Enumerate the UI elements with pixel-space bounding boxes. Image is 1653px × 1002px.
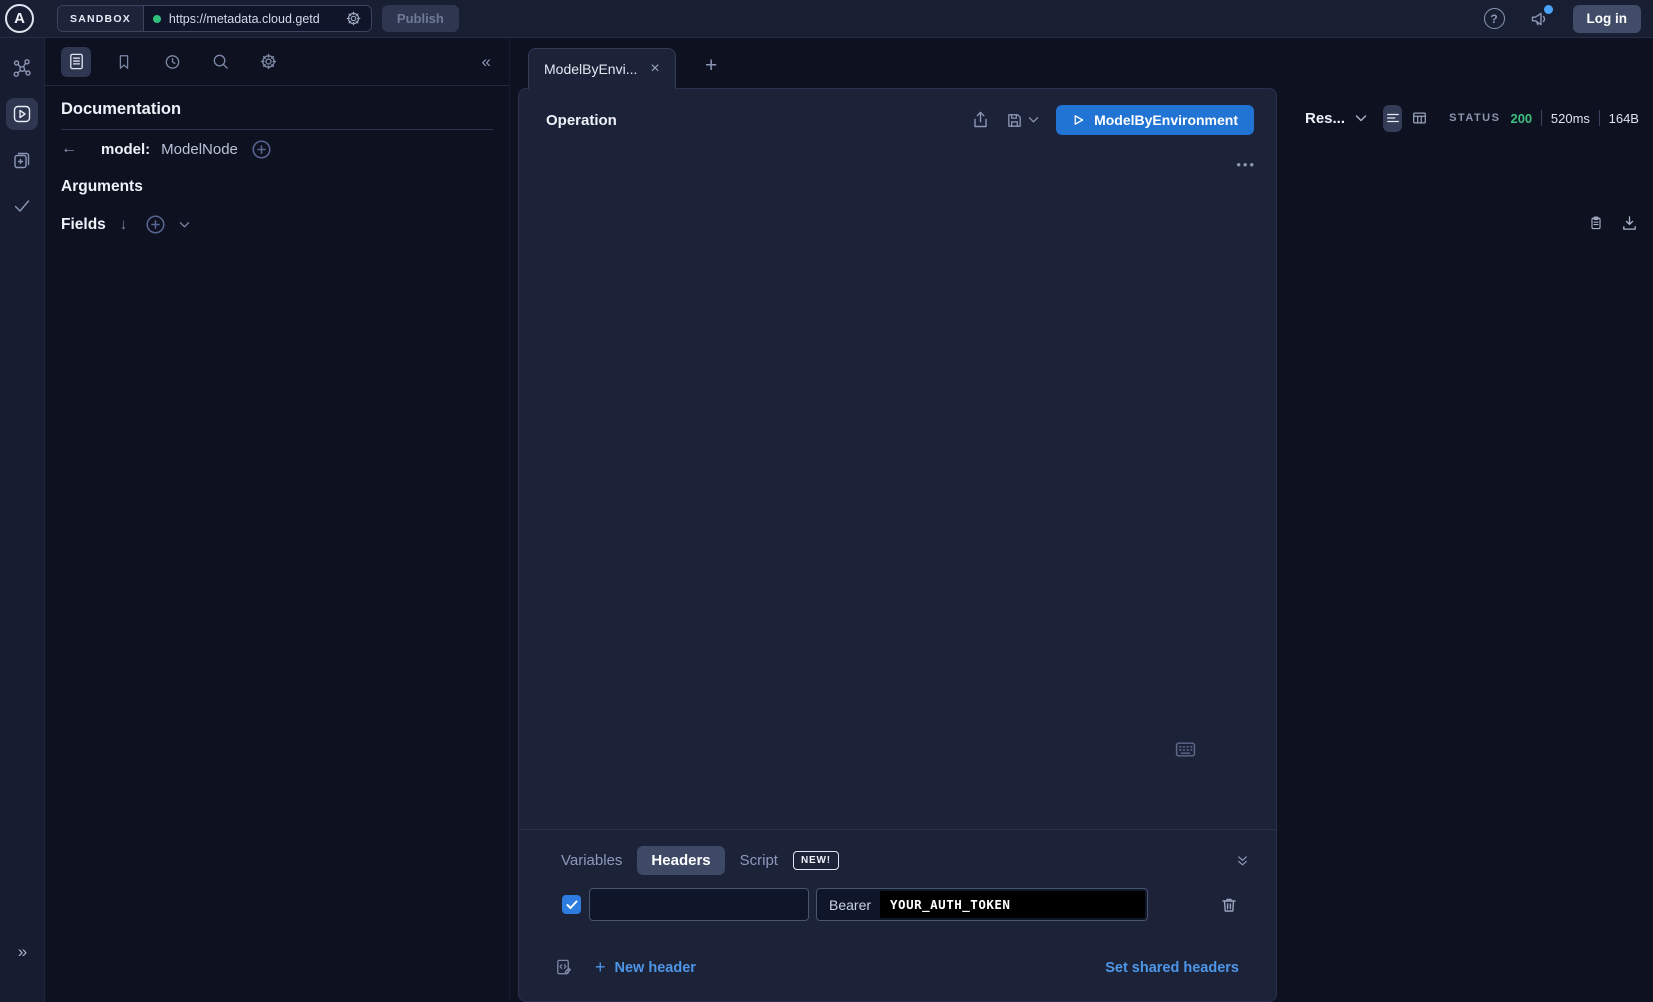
response-panel: Res... STATUS 200 520ms 164B	[1277, 88, 1653, 1002]
operation-card: Operation ModelByEnvironment •••	[518, 88, 1277, 1002]
header-row: Bearer YOUR_AUTH_TOKEN	[562, 888, 1276, 921]
response-raw-view-icon[interactable]	[1383, 105, 1402, 132]
docs-title: Documentation	[61, 100, 493, 119]
header-value-field[interactable]: Bearer YOUR_AUTH_TOKEN	[816, 888, 1148, 921]
endpoint-control: SANDBOX https://metadata.cloud.getd	[57, 5, 372, 32]
docs-saved-bookmark-icon[interactable]	[109, 47, 139, 77]
response-header: Res... STATUS 200 520ms 164B	[1277, 88, 1653, 148]
keyboard-shortcuts-icon[interactable]	[1175, 741, 1196, 758]
expand-rail-icon[interactable]: »	[0, 942, 45, 962]
auth-token-chip[interactable]: YOUR_AUTH_TOKEN	[880, 891, 1145, 918]
add-all-fields-icon[interactable]	[252, 140, 271, 159]
play-icon	[1072, 113, 1085, 127]
separator	[1541, 110, 1542, 126]
tab-headers[interactable]: Headers	[637, 846, 724, 875]
inputs-section: Variables Headers Script NEW! Bearer YOU…	[519, 830, 1276, 1001]
preflight-script-icon[interactable]	[554, 958, 573, 977]
response-floating-actions	[1588, 214, 1638, 232]
header-enabled-checkbox[interactable]	[562, 895, 581, 914]
endpoint-url-text[interactable]: https://metadata.cloud.getd	[169, 12, 337, 26]
inputs-tabs: Variables Headers Script NEW!	[561, 846, 1250, 875]
delete-header-icon[interactable]	[1220, 896, 1238, 914]
run-operation-button[interactable]: ModelByEnvironment	[1056, 105, 1254, 135]
docs-settings-gear-icon[interactable]	[253, 47, 283, 77]
response-dropdown-chevron-icon[interactable]	[1355, 114, 1367, 123]
apollo-logo[interactable]: A	[5, 4, 34, 33]
docs-body: Documentation ← model: ModelNode Argumen…	[45, 86, 509, 234]
collapse-docs-panel-icon[interactable]: «	[482, 52, 491, 72]
docs-documentation-icon[interactable]	[61, 47, 91, 77]
sort-fields-icon[interactable]: ↓	[120, 216, 128, 233]
tab-variables[interactable]: Variables	[561, 852, 622, 869]
response-title: Res...	[1305, 110, 1345, 127]
docs-history-icon[interactable]	[157, 47, 187, 77]
save-options-chevron-icon[interactable]	[1028, 116, 1039, 124]
nav-checks-icon[interactable]	[6, 190, 38, 222]
breadcrumb-type-link[interactable]: ModelNode	[161, 141, 238, 158]
documentation-panel: « Documentation ← model: ModelNode Argum…	[45, 38, 510, 1002]
fields-heading-row: Fields ↓	[61, 215, 493, 234]
docs-divider	[61, 129, 493, 130]
close-tab-icon[interactable]: ×	[650, 60, 659, 78]
response-body	[1277, 148, 1653, 153]
operation-title: Operation	[546, 112, 617, 129]
collapse-inputs-icon[interactable]	[1235, 853, 1250, 868]
share-operation-icon[interactable]	[972, 111, 989, 129]
run-button-label: ModelByEnvironment	[1094, 112, 1238, 128]
top-bar: A SANDBOX https://metadata.cloud.getd Pu…	[0, 0, 1653, 38]
new-tab-icon[interactable]: +	[705, 54, 717, 78]
publish-button[interactable]: Publish	[382, 5, 459, 32]
fields-heading: Fields	[61, 216, 106, 234]
endpoint-settings-gear-icon[interactable]	[345, 10, 362, 27]
help-icon[interactable]: ?	[1484, 8, 1505, 29]
endpoint-url-field[interactable]: https://metadata.cloud.getd	[144, 6, 371, 31]
add-fields-icon[interactable]	[146, 215, 165, 234]
save-operation-group	[1006, 112, 1039, 129]
save-operation-icon[interactable]	[1006, 112, 1023, 129]
set-shared-headers-link[interactable]: Set shared headers	[1105, 960, 1239, 976]
new-feature-badge: NEW!	[793, 851, 839, 870]
copy-response-icon[interactable]	[1588, 214, 1604, 232]
response-size: 164B	[1609, 111, 1639, 126]
operation-header: Operation ModelByEnvironment	[519, 89, 1276, 151]
login-button[interactable]: Log in	[1573, 5, 1642, 33]
separator	[1599, 110, 1600, 126]
operation-tab-title: ModelByEnvi...	[544, 61, 637, 77]
nav-collections-icon[interactable]	[6, 144, 38, 176]
announcements-megaphone-icon[interactable]	[1529, 9, 1549, 29]
tab-script[interactable]: Script	[740, 852, 778, 869]
more-options-icon[interactable]: •••	[1236, 157, 1256, 172]
response-table-view-icon[interactable]	[1410, 105, 1429, 132]
connection-status-dot	[153, 15, 161, 23]
nav-explorer-icon[interactable]	[6, 98, 38, 130]
breadcrumb-field-label: model:	[101, 141, 150, 158]
chevron-down-icon[interactable]	[179, 221, 190, 229]
docs-breadcrumb: ← model: ModelNode	[61, 137, 493, 161]
notification-dot	[1544, 5, 1553, 14]
bearer-prefix: Bearer	[829, 897, 871, 913]
download-response-icon[interactable]	[1621, 214, 1638, 232]
header-key-input[interactable]	[589, 888, 809, 921]
check-icon	[566, 900, 578, 910]
back-arrow-icon[interactable]: ←	[61, 140, 77, 158]
sandbox-badge[interactable]: SANDBOX	[58, 6, 144, 31]
docs-search-icon[interactable]	[205, 47, 235, 77]
response-duration: 520ms	[1551, 111, 1590, 126]
status-code: 200	[1510, 111, 1532, 126]
new-header-button[interactable]: + New header	[595, 957, 696, 978]
new-header-label: New header	[615, 960, 696, 976]
headers-footer-row: + New header Set shared headers	[554, 957, 1239, 978]
arguments-heading: Arguments	[61, 178, 493, 196]
status-label: STATUS	[1449, 112, 1500, 124]
nav-schema-graph-icon[interactable]	[6, 52, 38, 84]
left-nav-rail: »	[0, 38, 45, 1002]
operation-tab[interactable]: ModelByEnvi... ×	[528, 48, 676, 89]
plus-icon: +	[595, 957, 606, 978]
operation-actions: ModelByEnvironment	[972, 105, 1254, 135]
docs-toolbar: «	[45, 38, 509, 86]
